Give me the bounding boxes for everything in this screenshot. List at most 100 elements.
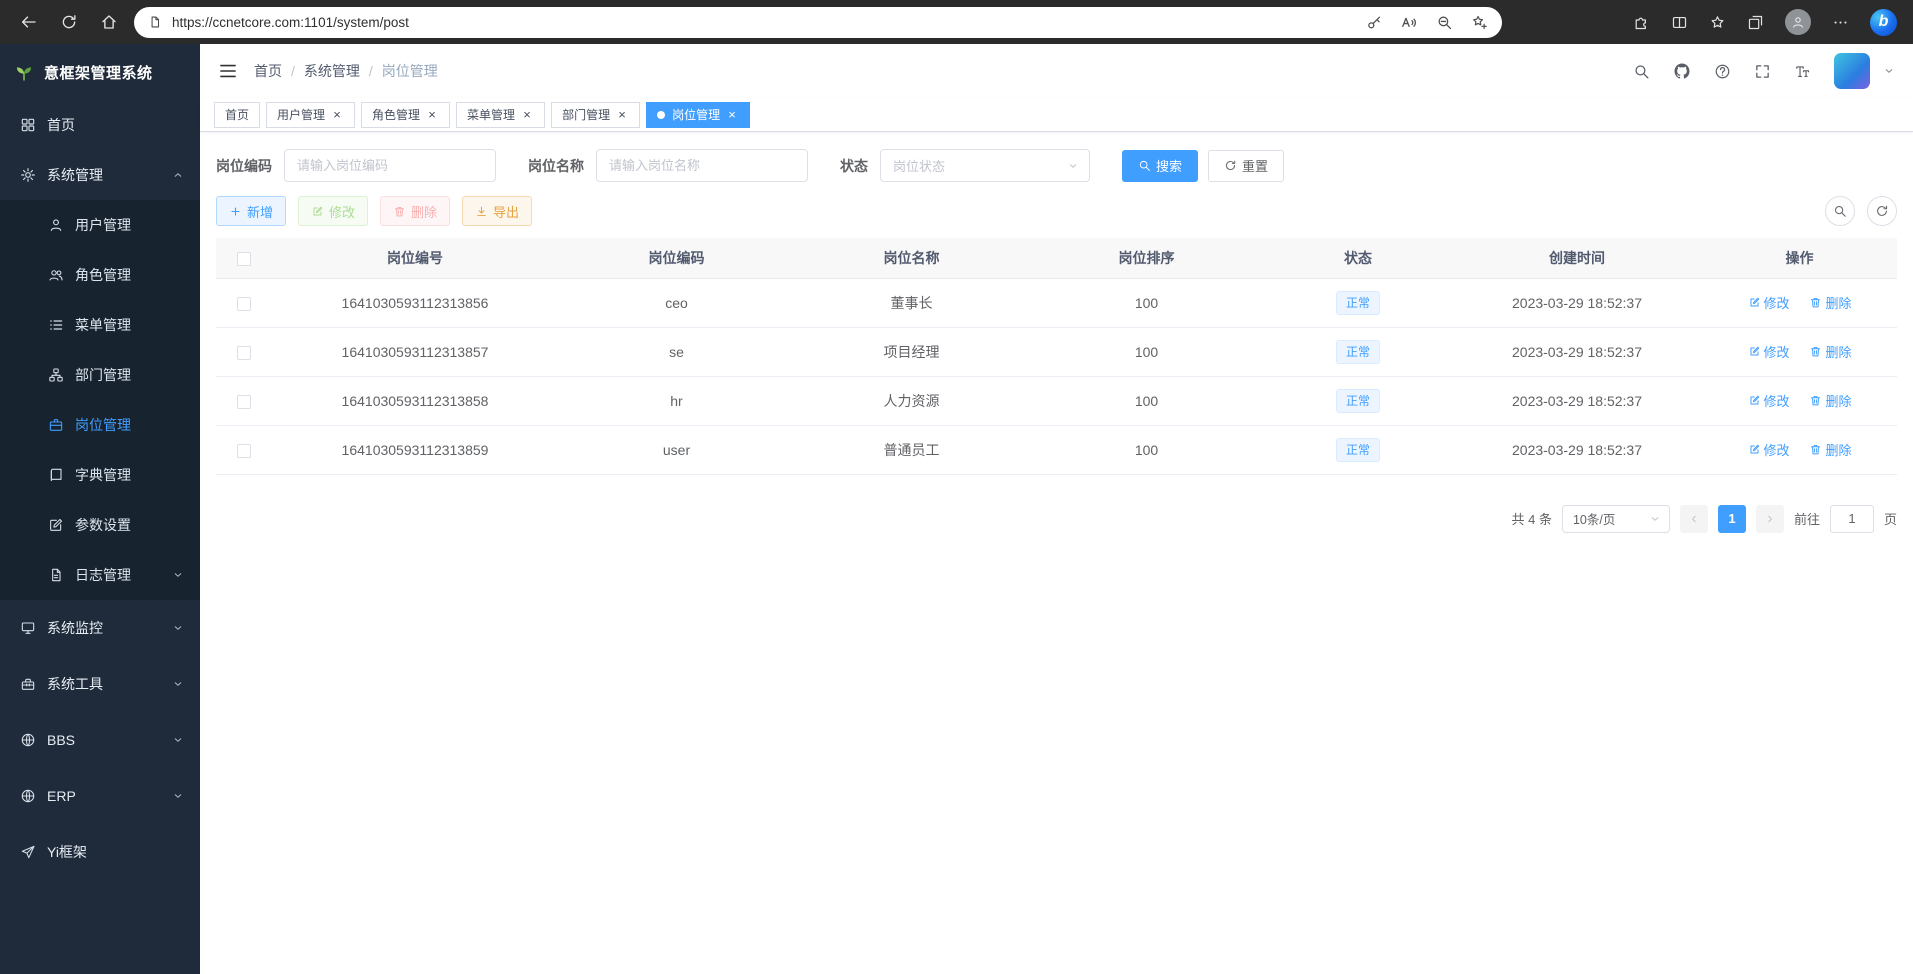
font-size-icon[interactable] <box>1794 63 1811 80</box>
sidebar-item-dept-management[interactable]: 部门管理 <box>0 350 200 400</box>
tab-role-management[interactable]: 角色管理 × <box>361 102 450 128</box>
url-text[interactable]: https://ccnetcore.com:1101/system/post <box>172 15 1356 30</box>
extensions-icon[interactable] <box>1633 14 1650 31</box>
sidebar-menu: 首页 系统管理 用户管理 角色管理 菜单管理 <box>0 100 200 880</box>
reset-button[interactable]: 重置 <box>1208 150 1284 182</box>
row-edit-link[interactable]: 修改 <box>1748 342 1790 361</box>
post-code-cell: user <box>559 425 794 474</box>
row-checkbox[interactable] <box>237 297 251 311</box>
sidebar-item-yi-framework[interactable]: Yi框架 <box>0 824 200 880</box>
row-delete-link[interactable]: 删除 <box>1809 342 1851 361</box>
book-icon <box>48 467 64 483</box>
page-size-select[interactable]: 10条/页 <box>1562 505 1670 533</box>
edit-icon <box>1748 345 1761 358</box>
post-id-cell: 1641030593112313856 <box>271 278 559 327</box>
fullscreen-icon[interactable] <box>1754 63 1771 80</box>
password-key-icon[interactable] <box>1366 14 1383 31</box>
browser-profile-avatar[interactable] <box>1785 9 1811 35</box>
favorites-add-icon[interactable] <box>1471 14 1488 31</box>
row-edit-link[interactable]: 修改 <box>1748 293 1790 312</box>
toggle-search-button[interactable] <box>1825 196 1855 226</box>
sidebar-item-home[interactable]: 首页 <box>0 100 200 150</box>
row-checkbox[interactable] <box>237 346 251 360</box>
select-all-checkbox[interactable] <box>237 252 251 266</box>
sidebar-item-system-tools[interactable]: 系统工具 <box>0 656 200 712</box>
split-screen-icon[interactable] <box>1671 14 1688 31</box>
help-icon[interactable] <box>1714 63 1731 80</box>
status-select[interactable]: 岗位状态 <box>880 149 1090 182</box>
row-checkbox[interactable] <box>237 395 251 409</box>
address-bar[interactable]: https://ccnetcore.com:1101/system/post <box>134 7 1502 38</box>
row-edit-link[interactable]: 修改 <box>1748 440 1790 459</box>
breadcrumb-home[interactable]: 首页 <box>254 61 282 81</box>
page-content: 岗位编码 岗位名称 状态 岗位状态 搜索 重置 <box>200 132 1913 974</box>
tab-dept-management[interactable]: 部门管理 × <box>551 102 640 128</box>
table-refresh-button[interactable] <box>1867 196 1897 226</box>
avatar-dropdown-icon[interactable] <box>1883 65 1895 77</box>
row-delete-link[interactable]: 删除 <box>1809 391 1851 410</box>
prev-page-button[interactable] <box>1680 505 1708 533</box>
search-button[interactable]: 搜索 <box>1122 150 1198 182</box>
edit-link-label: 修改 <box>1764 391 1790 410</box>
tab-post-management[interactable]: 岗位管理 × <box>646 102 750 128</box>
app-logo[interactable]: 意框架管理系统 <box>0 44 200 100</box>
browser-back-button[interactable] <box>12 5 46 39</box>
sidebar-item-bbs[interactable]: BBS <box>0 712 200 768</box>
bing-icon[interactable]: b <box>1870 9 1897 36</box>
sidebar-item-log-management[interactable]: 日志管理 <box>0 550 200 600</box>
chevron-down-icon <box>172 622 184 634</box>
sidebar-item-system-monitor[interactable]: 系统监控 <box>0 600 200 656</box>
chevron-down-icon <box>172 734 184 746</box>
delete-button[interactable]: 删除 <box>380 196 450 226</box>
sidebar-item-param-settings[interactable]: 参数设置 <box>0 500 200 550</box>
sidebar-item-role-management[interactable]: 角色管理 <box>0 250 200 300</box>
sidebar-item-menu-management[interactable]: 菜单管理 <box>0 300 200 350</box>
site-info-icon[interactable] <box>148 15 162 29</box>
add-button[interactable]: 新增 <box>216 196 286 226</box>
tab-close-icon[interactable]: × <box>425 108 439 122</box>
sidebar-item-post-management[interactable]: 岗位管理 <box>0 400 200 450</box>
tab-close-icon[interactable]: × <box>520 108 534 122</box>
row-delete-link[interactable]: 删除 <box>1809 293 1851 312</box>
tab-menu-management[interactable]: 菜单管理 × <box>456 102 545 128</box>
github-icon[interactable] <box>1673 62 1691 80</box>
export-button[interactable]: 导出 <box>462 196 532 226</box>
post-code-input[interactable] <box>284 149 496 182</box>
next-page-button[interactable] <box>1756 505 1784 533</box>
favorites-icon[interactable] <box>1709 14 1726 31</box>
row-checkbox[interactable] <box>237 444 251 458</box>
breadcrumb-system[interactable]: 系统管理 <box>304 61 360 81</box>
sidebar-collapse-icon[interactable] <box>218 61 238 81</box>
search-icon <box>1138 159 1151 172</box>
download-icon <box>475 205 488 218</box>
tab-close-icon[interactable]: × <box>330 108 344 122</box>
browser-home-button[interactable] <box>92 5 126 39</box>
tab-close-icon[interactable]: × <box>615 108 629 122</box>
header-search-icon[interactable] <box>1633 63 1650 80</box>
post-id-cell: 1641030593112313857 <box>271 327 559 376</box>
browser-toolbar: https://ccnetcore.com:1101/system/post b <box>0 0 1913 44</box>
sidebar-item-label: 部门管理 <box>75 365 131 385</box>
sidebar-item-erp[interactable]: ERP <box>0 768 200 824</box>
zoom-out-icon[interactable] <box>1436 14 1453 31</box>
read-aloud-icon[interactable] <box>1401 14 1418 31</box>
column-header-post-sort: 岗位排序 <box>1029 238 1264 278</box>
row-edit-link[interactable]: 修改 <box>1748 391 1790 410</box>
tab-user-management[interactable]: 用户管理 × <box>266 102 355 128</box>
tab-close-icon[interactable]: × <box>725 108 739 122</box>
page-unit-label: 页 <box>1884 509 1897 528</box>
goto-page-input[interactable] <box>1830 505 1874 533</box>
post-name-input[interactable] <box>596 149 808 182</box>
tab-home[interactable]: 首页 <box>214 102 260 128</box>
page-number-1[interactable]: 1 <box>1718 505 1746 533</box>
checkbox-cell <box>216 376 271 425</box>
browser-menu-icon[interactable] <box>1832 14 1849 31</box>
collections-icon[interactable] <box>1747 14 1764 31</box>
edit-button[interactable]: 修改 <box>298 196 368 226</box>
sidebar-item-dict-management[interactable]: 字典管理 <box>0 450 200 500</box>
browser-refresh-button[interactable] <box>52 5 86 39</box>
sidebar-item-user-management[interactable]: 用户管理 <box>0 200 200 250</box>
user-avatar[interactable] <box>1834 53 1870 89</box>
sidebar-item-system-management[interactable]: 系统管理 <box>0 150 200 200</box>
row-delete-link[interactable]: 删除 <box>1809 440 1851 459</box>
